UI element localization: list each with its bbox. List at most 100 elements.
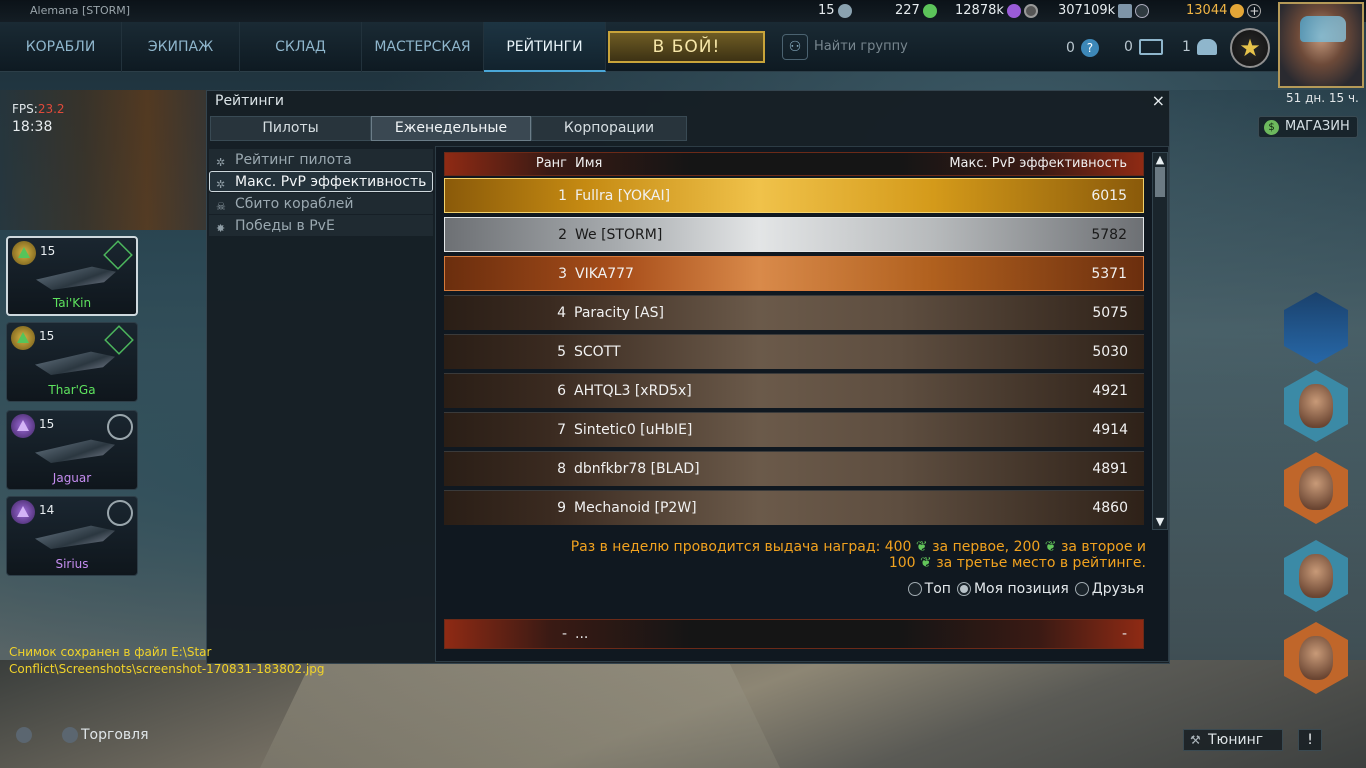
category-ships-destroyed[interactable]: ☠ Сбито кораблей (209, 193, 433, 214)
table-row[interactable]: 3 VIKA777 5371 (444, 256, 1144, 291)
ship-name: Sirius (55, 557, 89, 571)
help-button[interactable]: 0 ? (1066, 39, 1099, 57)
scroll-up-icon[interactable]: ▲ (1153, 153, 1167, 167)
crew-slot[interactable] (1284, 452, 1348, 524)
tab-pilots[interactable]: Пилоты (210, 116, 371, 141)
leaf-icon: ❦ (915, 539, 928, 555)
skull-icon: ☠ (216, 200, 226, 213)
category-pve-wins[interactable]: ✸ Победы в PvE (209, 215, 433, 236)
rank-badge-icon (12, 241, 36, 265)
col-name[interactable]: Имя (575, 153, 602, 175)
nav-crew[interactable]: ЭКИПАЖ (122, 22, 240, 72)
credits: 307109k (1058, 3, 1150, 18)
find-group-button[interactable]: ⚇ Найти группу (780, 32, 920, 62)
ship-image (35, 351, 115, 375)
ship-card[interactable]: 14 Sirius (6, 496, 138, 576)
ship-image (35, 439, 115, 463)
crew-slot[interactable] (1284, 622, 1348, 694)
category-max-pvp[interactable]: ✲ Макс. PvP эффективность (209, 171, 433, 192)
table-row[interactable]: 5 SCOTT 5030 (444, 334, 1144, 369)
scroll-down-icon[interactable]: ▼ (1153, 515, 1167, 529)
fps-counter: FPS:23.2 (12, 102, 65, 116)
mail-button[interactable]: 0 (1124, 39, 1163, 55)
globe-icon (107, 500, 133, 526)
globe-icon (107, 414, 133, 440)
tab-corporations[interactable]: Корпорации (531, 116, 687, 141)
group-icon: ⚇ (782, 34, 808, 60)
nav-ships[interactable]: КОРАБЛИ (0, 22, 122, 72)
radio-icon (1074, 582, 1089, 596)
ship-card[interactable]: 15 Jaguar (6, 410, 138, 490)
online-icon (837, 3, 852, 18)
rank-badge-icon (11, 500, 35, 524)
filter-friends[interactable]: Друзья (1074, 581, 1144, 597)
rank-star-icon[interactable]: ★ (1230, 28, 1270, 68)
rank-badge-icon (11, 414, 35, 438)
ship-card[interactable]: 15 Thar'Ga (6, 322, 138, 402)
panel-title: Рейтинги (215, 93, 285, 109)
tuning-button[interactable]: Тюнинг (1183, 729, 1283, 751)
crew-portrait (1299, 636, 1333, 680)
rank-badge-icon (11, 326, 35, 350)
category-list: ✲ Рейтинг пилота ✲ Макс. PvP эффективность… (209, 149, 433, 237)
exchange-icon[interactable] (1135, 3, 1150, 18)
filter-top[interactable]: Топ (907, 581, 951, 597)
close-icon[interactable]: × (1152, 91, 1165, 110)
my-position-row: - ... - (444, 619, 1144, 649)
purple-currency: 12878k (955, 3, 1038, 18)
col-rank[interactable]: Ранг (445, 153, 567, 175)
reward-info: Раз в неделю проводится выдача наград: 4… (570, 539, 1146, 571)
table-row[interactable]: 7 Sintetic0 [uHbIE] 4914 (444, 412, 1144, 447)
shop-button[interactable]: $ МАГАЗИН (1258, 116, 1358, 138)
gold-icon (1230, 3, 1245, 18)
radio-icon (907, 582, 922, 596)
crew-slot[interactable] (1284, 292, 1348, 364)
chat-toggle-button[interactable] (16, 724, 35, 748)
burst-icon: ✸ (216, 222, 226, 235)
crew-slot[interactable] (1284, 540, 1348, 612)
mail-icon (1138, 39, 1163, 55)
trade-icon (62, 727, 78, 743)
scroll-thumb[interactable] (1155, 167, 1165, 197)
leaf-icon: ❦ (1044, 539, 1057, 555)
online-counter: 15 (818, 3, 852, 18)
crew-slot[interactable] (1284, 370, 1348, 442)
crew-portrait (1299, 554, 1333, 598)
table-header: Ранг Имя Макс. PvP эффективность (444, 152, 1144, 176)
battle-button[interactable]: В БОЙ! (608, 31, 765, 63)
green-currency: 227 (895, 3, 937, 18)
table-row[interactable]: 9 Mechanoid [P2W] 4860 (444, 490, 1144, 525)
table-row[interactable]: 8 dbnfkbr78 [BLAD] 4891 (444, 451, 1144, 486)
ratings-table: Ранг Имя Макс. PvP эффективность 1 Fullr… (435, 146, 1169, 662)
role-icon (103, 240, 133, 270)
crew-portrait (1299, 384, 1333, 428)
friends-icon (1196, 39, 1217, 55)
gear-icon (1023, 3, 1038, 18)
add-gold-icon[interactable]: + (1247, 3, 1262, 18)
table-row[interactable]: 1 Fullra [YOKAI] 6015 (444, 178, 1144, 213)
friends-button[interactable]: 1 (1182, 39, 1217, 55)
gold-currency: 13044 + (1186, 3, 1262, 18)
nav-ratings[interactable]: РЕЙТИНГИ (484, 22, 606, 72)
leaf-icon: ❦ (920, 555, 932, 571)
shop-icon: $ (1264, 120, 1279, 135)
table-scrollbar[interactable]: ▲ ▼ (1152, 152, 1168, 530)
credits-icon (1118, 3, 1133, 18)
alert-button[interactable]: ! (1298, 729, 1322, 751)
wings-icon: ✲ (216, 178, 226, 191)
avatar[interactable] (1278, 2, 1364, 88)
table-row[interactable]: 6 AHTQL3 [xRD5x] 4921 (444, 373, 1144, 408)
resource-strip: Alemana [STORM] 15 227 12878k 307109k 13… (0, 0, 1366, 22)
col-value[interactable]: Макс. PvP эффективность (949, 153, 1127, 175)
trade-button[interactable]: Торговля (62, 724, 149, 748)
table-row[interactable]: 2 We [STORM] 5782 (444, 217, 1144, 252)
nav-workshop[interactable]: МАСТЕРСКАЯ (362, 22, 484, 72)
leaf-icon (922, 3, 937, 18)
tab-weekly[interactable]: Еженедельные (371, 116, 531, 141)
ship-card[interactable]: 15 Tai'Kin (6, 236, 138, 316)
chat-log: Снимок сохранен в файл E:\Star Conflict\… (9, 645, 325, 676)
filter-my-position[interactable]: Моя позиция (956, 581, 1069, 597)
table-row[interactable]: 4 Paracity [AS] 5075 (444, 295, 1144, 330)
nav-storage[interactable]: СКЛАД (240, 22, 362, 72)
category-pilot-rating[interactable]: ✲ Рейтинг пилота (209, 149, 433, 170)
